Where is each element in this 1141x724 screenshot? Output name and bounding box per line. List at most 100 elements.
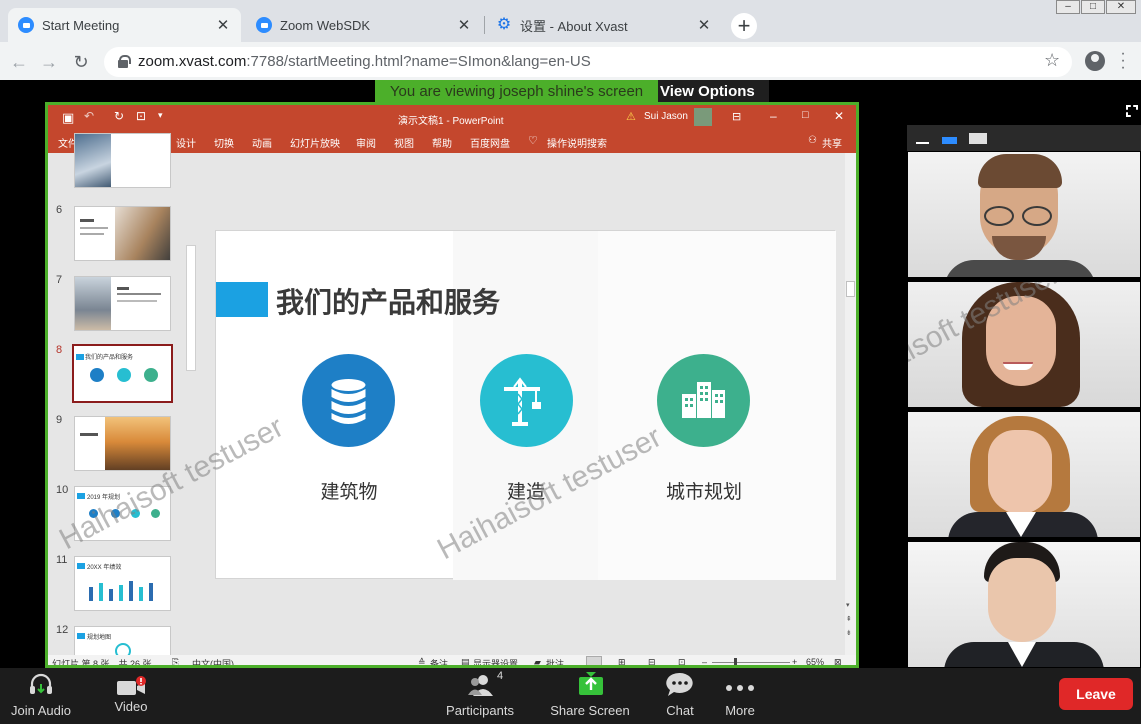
fullscreen-icon[interactable] xyxy=(1126,105,1138,117)
redo-icon[interactable]: ↻ xyxy=(114,109,124,123)
notes-icon[interactable]: ≙ xyxy=(418,657,426,665)
close-icon[interactable]: ✕ xyxy=(215,16,231,34)
fit-to-window-icon[interactable]: ⊠ xyxy=(834,657,842,665)
bookmark-star-icon[interactable]: ☆ xyxy=(1044,50,1060,71)
browser-menu-icon[interactable]: · · · xyxy=(1118,46,1128,76)
address-bar[interactable]: zoom.xvast.com:7788/startMeeting.html?na… xyxy=(104,47,1072,77)
comments-icon[interactable]: ▰ xyxy=(534,657,541,665)
video-button[interactable]: Video xyxy=(100,668,162,724)
present-icon[interactable]: ⊡ xyxy=(136,109,146,123)
zoom-slider-thumb[interactable] xyxy=(734,658,737,665)
current-slide[interactable]: 我们的产品和服务 建筑物 建造 城市规划 xyxy=(215,230,836,580)
zoom-slider[interactable] xyxy=(712,662,790,663)
zoom-in-icon[interactable]: + xyxy=(792,657,797,665)
profile-icon[interactable] xyxy=(1085,51,1105,71)
participant-video[interactable] xyxy=(908,542,1140,667)
slide-thumbnail-selected[interactable]: 我们的产品和服务 xyxy=(72,344,173,403)
buildings-icon xyxy=(657,354,750,447)
item-label: 城市规划 xyxy=(665,482,742,503)
undo-icon[interactable]: ↶ xyxy=(84,109,94,123)
participant-video[interactable]: Haihaisoft testuser xyxy=(908,282,1140,407)
notes-button[interactable]: 备注 xyxy=(430,657,448,665)
slide-thumbnail[interactable]: 2019 年规划 xyxy=(74,486,171,541)
join-audio-button[interactable]: Join Audio xyxy=(0,668,82,724)
more-button[interactable]: More xyxy=(710,668,770,724)
new-tab-button[interactable]: + xyxy=(731,13,757,39)
gallery-view-icon[interactable] xyxy=(969,133,987,144)
close-window-button[interactable]: ✕ xyxy=(1106,0,1136,14)
chat-icon xyxy=(666,672,693,696)
comments-button[interactable]: 批注 xyxy=(546,657,564,665)
gear-icon: ⚙ xyxy=(496,16,512,33)
tab-view[interactable]: 视图 xyxy=(394,135,414,150)
slide-thumbnail[interactable]: 20XX 年绩效 xyxy=(74,556,171,611)
share-icon[interactable]: ⚇ xyxy=(808,135,817,146)
reload-icon[interactable]: ↻ xyxy=(68,49,94,75)
restore-icon[interactable]: □ xyxy=(802,109,809,121)
slide-thumbnail-panel[interactable]: 6 7 8 我们的产品和服务 9 10 2019 年规划 11 20XX 年绩效… xyxy=(48,133,200,665)
forward-icon[interactable]: → xyxy=(36,49,62,75)
participants-button[interactable]: 4 Participants xyxy=(440,668,520,724)
url-text[interactable]: zoom.xvast.com:7788/startMeeting.html?na… xyxy=(138,53,591,70)
thumb-text xyxy=(117,293,161,295)
thumbnail-scrollbar[interactable] xyxy=(186,245,196,371)
prev-slide-icon[interactable]: ⇞ xyxy=(846,615,852,623)
tab-start-meeting[interactable]: Start Meeting ✕ xyxy=(8,8,241,42)
tab-slideshow[interactable]: 幻灯片放映 xyxy=(290,135,340,150)
reading-view-icon[interactable]: ⊟ xyxy=(648,657,656,665)
tab-about-xvast[interactable]: ⚙ 设置 - About Xvast ✕ xyxy=(486,8,722,42)
scroll-down-icon[interactable]: ▾ xyxy=(846,601,850,609)
document-title: 演示文稿1 - PowerPoint xyxy=(398,116,504,127)
view-options-button[interactable]: View Options ⌄ xyxy=(658,80,769,124)
share-button[interactable]: 共享 xyxy=(822,135,842,150)
close-icon[interactable]: ✕ xyxy=(456,16,472,34)
more-label: More xyxy=(725,703,755,718)
back-icon[interactable]: ← xyxy=(6,49,32,75)
tell-me-search[interactable]: 操作说明搜索 xyxy=(547,135,607,150)
next-slide-icon[interactable]: ⇟ xyxy=(846,629,852,637)
zoom-level[interactable]: 65% xyxy=(806,657,824,665)
customize-icon[interactable]: ▾ xyxy=(158,110,163,121)
tab-design[interactable]: 设计 xyxy=(176,135,196,150)
slide-number: 7 xyxy=(56,274,63,286)
tab-animations[interactable]: 动画 xyxy=(252,135,272,150)
close-icon[interactable]: ✕ xyxy=(696,16,712,34)
slideshow-icon[interactable]: ⊡ xyxy=(678,657,686,665)
thumb-bar xyxy=(129,581,133,601)
thumb-text xyxy=(80,227,108,229)
tab-transitions[interactable]: 切换 xyxy=(214,135,234,150)
ribbon-display-icon[interactable]: ⊟ xyxy=(732,110,741,123)
spellcheck-icon[interactable]: ⎘ xyxy=(172,657,179,665)
participants-icon xyxy=(468,675,493,696)
slide-thumbnail[interactable] xyxy=(74,133,171,188)
language-indicator[interactable]: 中文(中国) xyxy=(192,657,234,665)
display-icon[interactable]: ▤ xyxy=(461,657,470,665)
share-screen-button[interactable]: Share Screen xyxy=(550,668,630,724)
normal-view-icon[interactable] xyxy=(586,656,602,665)
slide-thumbnail[interactable] xyxy=(74,276,171,331)
minimize-gallery-icon[interactable] xyxy=(916,142,929,144)
participant-video[interactable] xyxy=(908,412,1140,537)
maximize-button[interactable]: □ xyxy=(1081,0,1105,14)
save-icon[interactable]: ▣ xyxy=(62,110,74,126)
minimize-button[interactable]: – xyxy=(1056,0,1080,14)
minimize-icon[interactable]: – xyxy=(770,109,777,123)
leave-button[interactable]: Leave xyxy=(1059,678,1133,710)
slide-sorter-icon[interactable]: ⊞ xyxy=(618,657,626,665)
participant-video[interactable] xyxy=(908,152,1140,277)
tab-review[interactable]: 审阅 xyxy=(356,135,376,150)
slide-thumbnail[interactable] xyxy=(74,206,171,261)
slide-vertical-scrollbar[interactable]: ▾ ⇞ ⇟ xyxy=(845,153,856,655)
participant-face xyxy=(988,430,1052,514)
scrollbar-thumb[interactable] xyxy=(846,281,855,297)
zoom-out-icon[interactable]: – xyxy=(702,657,707,665)
slide-thumbnail[interactable] xyxy=(74,416,171,471)
close-icon[interactable]: ✕ xyxy=(834,109,844,123)
display-settings-button[interactable]: 显示器设置 xyxy=(473,657,518,665)
chat-button[interactable]: Chat xyxy=(650,668,710,724)
tab-baidu[interactable]: 百度网盘 xyxy=(470,135,510,150)
tab-zoom-websdk[interactable]: Zoom WebSDK ✕ xyxy=(246,8,482,42)
tab-help[interactable]: 帮助 xyxy=(432,135,452,150)
tab-title: Start Meeting xyxy=(42,17,120,33)
strip-view-icon[interactable] xyxy=(942,137,957,144)
